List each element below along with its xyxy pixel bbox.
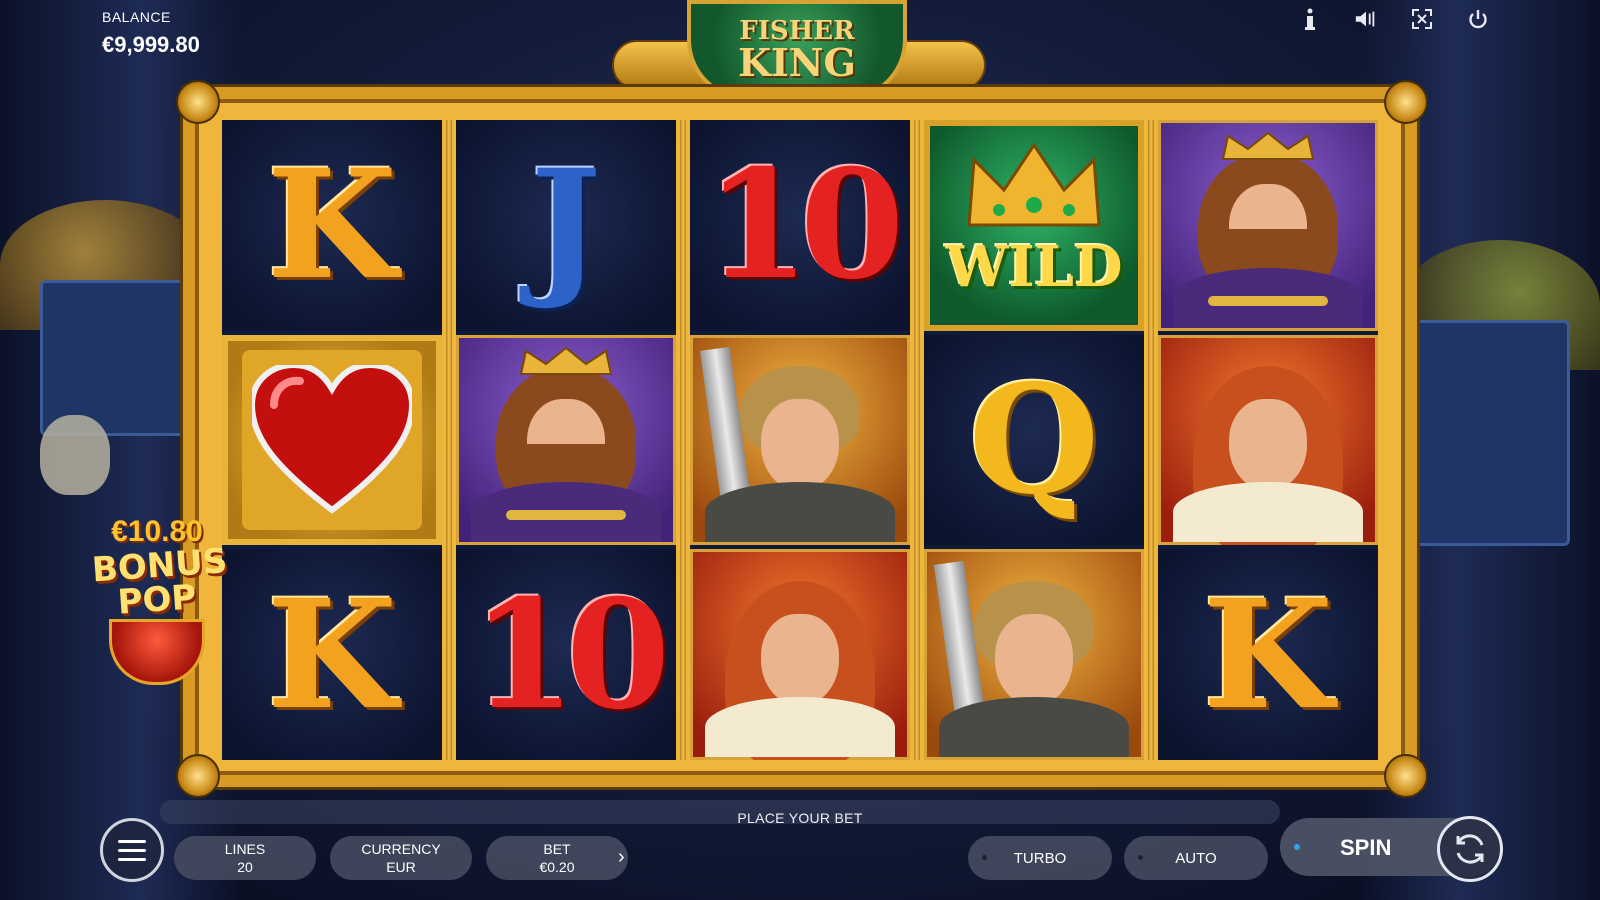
hamburger-icon-bar <box>118 848 146 852</box>
power-icon[interactable] <box>1466 6 1490 32</box>
bonus-cup-icon <box>109 619 205 685</box>
card-symbol-q: Q <box>968 351 1100 528</box>
symbol-cell: 10 <box>456 549 676 760</box>
symbol-cell <box>924 549 1144 760</box>
currency-selector[interactable]: CURRENCY EUR <box>330 836 472 880</box>
sound-icon[interactable] <box>1354 6 1378 32</box>
crown-icon <box>967 142 1101 227</box>
frame-corner-top-left <box>176 80 220 124</box>
king-portrait-symbol <box>456 334 676 546</box>
symbol-cell <box>456 334 676 546</box>
card-symbol-10: 10 <box>471 566 671 743</box>
symbol-cell <box>690 549 910 760</box>
reel-1: K K <box>222 120 452 760</box>
currency-label: CURRENCY <box>361 841 441 857</box>
symbol-cell <box>690 334 910 546</box>
treasure-chest-right <box>1394 320 1570 546</box>
wild-label: WILD <box>945 234 1123 301</box>
symbol-cell <box>1158 334 1378 546</box>
turbo-toggle[interactable]: TURBO <box>968 836 1112 880</box>
hamburger-icon-bar <box>118 857 146 861</box>
card-symbol-j: J <box>530 137 602 314</box>
maiden-portrait-symbol <box>690 549 910 760</box>
bonus-pop-feature: €10.80 BONUS POP <box>91 515 229 695</box>
card-symbol-k: K <box>266 566 398 743</box>
spin-indicator <box>1294 844 1300 850</box>
knight-portrait-symbol <box>690 334 910 546</box>
frame-corner-bottom-left <box>176 754 220 798</box>
info-icon[interactable] <box>1298 6 1322 32</box>
turbo-indicator <box>982 855 987 860</box>
hamburger-icon-bar <box>118 839 146 843</box>
reel-grid: K K J 10 10 WILD Q K <box>222 120 1378 760</box>
symbol-cell: K <box>222 120 442 331</box>
reel-2: J 10 <box>456 120 686 760</box>
king-portrait-symbol <box>1158 120 1378 331</box>
chevron-right-icon[interactable]: › <box>618 846 625 869</box>
spin-refresh-icon[interactable] <box>1437 816 1503 882</box>
symbol-cell: Q <box>924 334 1144 546</box>
bet-label: BET <box>543 841 571 857</box>
logo-line-2: KING <box>738 40 856 85</box>
reel-5: K <box>1158 120 1378 760</box>
frame-corner-bottom-right <box>1384 754 1428 798</box>
symbol-cell <box>1158 120 1378 331</box>
lines-selector[interactable]: LINES 20 <box>174 836 316 880</box>
bet-value: €0.20 <box>539 859 575 875</box>
auto-indicator <box>1138 855 1143 860</box>
balance-label: BALANCE <box>102 9 171 25</box>
fullscreen-icon[interactable] <box>1410 6 1434 32</box>
heart-symbol <box>242 349 422 530</box>
lines-value: 20 <box>237 859 253 875</box>
reel-4: WILD Q <box>924 120 1154 760</box>
reel-3: 10 <box>690 120 920 760</box>
auto-label: AUTO <box>1175 849 1217 867</box>
top-toolbar <box>1298 6 1490 32</box>
menu-button[interactable] <box>100 818 164 882</box>
symbol-cell: K <box>222 549 442 760</box>
symbol-cell: J <box>456 120 676 331</box>
turbo-label: TURBO <box>1013 849 1067 867</box>
frame-corner-top-right <box>1384 80 1428 124</box>
bet-selector[interactable]: BET €0.20 <box>486 836 628 880</box>
maiden-portrait-symbol <box>1158 334 1378 546</box>
spin-label: SPIN <box>1340 835 1392 860</box>
game-logo: FISHER KING <box>612 0 986 100</box>
card-symbol-k: K <box>1202 566 1334 743</box>
knight-portrait-symbol <box>924 549 1144 760</box>
card-symbol-k: K <box>266 137 398 314</box>
balance-value: €9,999.80 <box>102 32 200 57</box>
auto-toggle[interactable]: AUTO <box>1124 836 1268 880</box>
symbol-cell <box>222 334 442 546</box>
lines-label: LINES <box>224 841 266 857</box>
currency-value: EUR <box>386 859 416 875</box>
logo-plate: FISHER KING <box>687 0 907 100</box>
wild-symbol: WILD <box>924 120 1144 331</box>
symbol-cell: K <box>1158 549 1378 760</box>
symbol-cell: 10 <box>690 120 910 331</box>
card-symbol-10: 10 <box>705 137 905 314</box>
skull-decoration <box>40 415 110 495</box>
